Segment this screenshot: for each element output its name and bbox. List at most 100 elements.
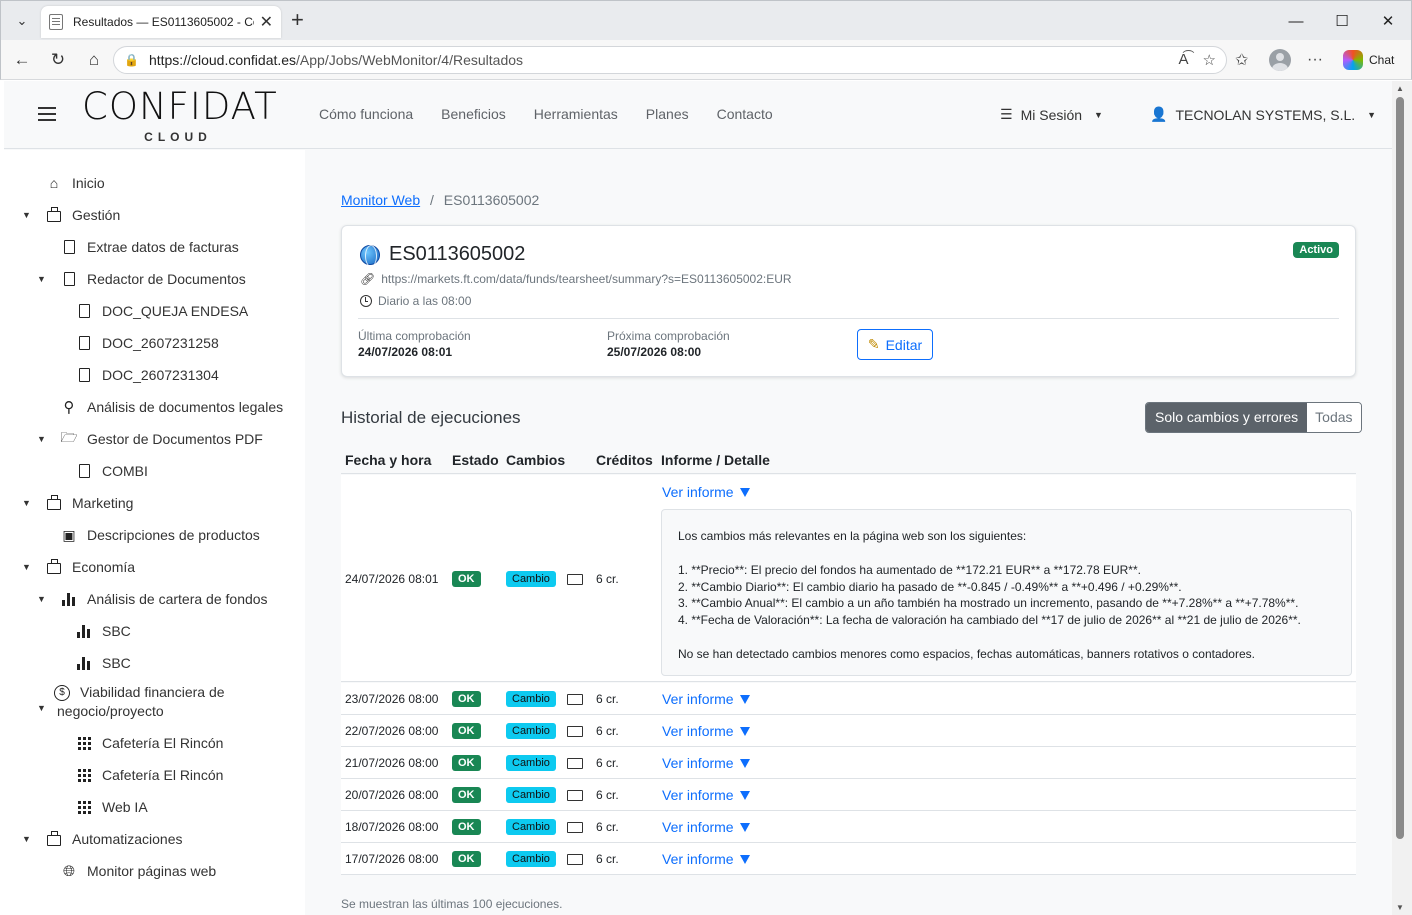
hamburger-menu-icon[interactable]: [38, 107, 56, 121]
tab-list-dropdown-icon[interactable]: ⌄: [9, 8, 35, 34]
close-tab-icon[interactable]: ✕: [260, 12, 273, 32]
sidebar-item-sbc[interactable]: SBC: [76, 653, 131, 673]
ver-informe-link[interactable]: Ver informe: [662, 755, 750, 771]
collapse-caret-icon[interactable]: ▼: [22, 210, 31, 220]
site-logo[interactable]: CONFIDAT CLOUD: [82, 87, 277, 145]
sidebar-item-doc-queja[interactable]: DOC_QUEJA ENDESA: [76, 301, 248, 321]
report-item: 4. **Fecha de Valoración**: La fecha de …: [678, 613, 1301, 628]
collapse-caret-icon[interactable]: ▼: [37, 699, 46, 718]
sidebar-item-descripciones[interactable]: ▣ Descripciones de productos: [61, 525, 259, 545]
status-badge: OK: [452, 691, 481, 707]
sidebar-item-combi[interactable]: COMBI: [76, 461, 148, 481]
browser-tab[interactable]: Resultados — ES0113605002 - Co ✕: [41, 6, 281, 38]
session-menu[interactable]: ☰ Mi Sesión ▼: [1000, 106, 1103, 123]
sidebar-item-cafeteria[interactable]: Cafetería El Rincón: [76, 765, 223, 785]
maximize-icon[interactable]: ☐: [1319, 1, 1365, 41]
screenshot-icon[interactable]: [567, 571, 583, 587]
nav-como-funciona[interactable]: Cómo funciona: [319, 106, 413, 122]
home-icon: ⌂: [49, 175, 59, 191]
filter-all-button[interactable]: Todas: [1307, 403, 1361, 432]
screenshot-icon[interactable]: [567, 723, 583, 739]
ver-informe-link[interactable]: Ver informe: [662, 787, 750, 803]
page-scrollbar[interactable]: ▲ ▼: [1392, 81, 1412, 915]
status-badge: OK: [452, 819, 481, 835]
screenshot-icon[interactable]: [567, 691, 583, 707]
breadcrumb: Monitor Web / ES0113605002: [341, 192, 539, 208]
scroll-down-icon[interactable]: ▼: [1396, 903, 1404, 912]
next-check: Próxima comprobación 25/07/2026 08:00: [607, 329, 730, 359]
collapse-caret-icon[interactable]: ▼: [22, 562, 31, 572]
nav-planes[interactable]: Planes: [646, 106, 689, 122]
ver-informe-link[interactable]: Ver informe: [662, 851, 750, 867]
profile-avatar[interactable]: [1269, 48, 1291, 72]
sidebar-item-gestion[interactable]: ▼ Gestión: [22, 205, 120, 225]
document-icon: [76, 304, 92, 318]
sidebar-item-label: DOC_QUEJA ENDESA: [102, 303, 249, 319]
sidebar-item-web-ia[interactable]: Web IA: [76, 797, 148, 817]
breadcrumb-link-monitor-web[interactable]: Monitor Web: [341, 192, 420, 208]
collapse-caret-icon[interactable]: ▼: [37, 594, 46, 604]
back-icon[interactable]: ←: [9, 48, 35, 72]
scroll-up-icon[interactable]: ▲: [1396, 84, 1404, 93]
more-options-icon[interactable]: ···: [1307, 48, 1323, 72]
home-icon[interactable]: ⌂: [81, 48, 107, 72]
report-outro: No se han detectado cambios menores como…: [678, 646, 1255, 661]
sidebar-item-analisis-legales[interactable]: ⚲ Análisis de documentos legales: [61, 397, 284, 417]
sidebar-item-label: DOC_2607231258: [102, 335, 219, 351]
screenshot-icon[interactable]: [567, 787, 583, 803]
minimize-icon[interactable]: —: [1273, 1, 1319, 41]
collapse-caret-icon[interactable]: ▼: [37, 274, 46, 284]
sidebar-item-redactor[interactable]: ▼ Redactor de Documentos: [37, 269, 246, 289]
favorite-star-icon[interactable]: ☆: [1203, 51, 1216, 69]
sidebar-item-monitor-web[interactable]: 🌐︎ Monitor páginas web: [61, 861, 216, 881]
favorites-icon[interactable]: ✩: [1235, 48, 1248, 72]
screenshot-icon[interactable]: [567, 819, 583, 835]
caret-down-icon: [739, 694, 750, 704]
table-row: 23/07/2026 08:00 OK Cambio 6 cr. Ver inf…: [341, 683, 1356, 715]
divider: [358, 318, 1339, 319]
sidebar-item-sbc[interactable]: SBC: [76, 621, 131, 641]
sidebar-item-doc-1258[interactable]: DOC_2607231258: [76, 333, 219, 353]
screenshot-icon[interactable]: [567, 851, 583, 867]
sidebar-item-cartera-fondos[interactable]: ▼ Análisis de cartera de fondos: [37, 589, 268, 609]
sidebar-item-doc-1304[interactable]: DOC_2607231304: [76, 365, 219, 385]
close-window-icon[interactable]: ✕: [1365, 1, 1411, 41]
read-aloud-icon[interactable]: A͡: [1179, 51, 1189, 69]
reload-icon[interactable]: ↻: [45, 48, 71, 72]
edit-button[interactable]: ✎ Editar: [857, 329, 933, 360]
sidebar-item-viabilidad[interactable]: ▼ $ Viabilidad financiera de negocio/proy…: [37, 683, 225, 723]
logo-sub: CLOUD: [144, 130, 212, 144]
nav-herramientas[interactable]: Herramientas: [534, 106, 618, 122]
grid-icon: [76, 736, 92, 750]
company-menu[interactable]: 👤 TECNOLAN SYSTEMS, S.L. ▼: [1150, 106, 1376, 123]
nav-beneficios[interactable]: Beneficios: [441, 106, 506, 122]
lock-icon[interactable]: 🔒: [124, 53, 139, 67]
sidebar-item-inicio[interactable]: ⌂ Inicio: [46, 173, 105, 193]
sidebar-item-label: Extrae datos de facturas: [87, 239, 239, 255]
sidebar-item-gestor-pdf[interactable]: ▼ 🗁 Gestor de Documentos PDF: [37, 429, 263, 449]
nav-contacto[interactable]: Contacto: [717, 106, 773, 122]
sidebar-item-label: Inicio: [72, 175, 105, 191]
ver-informe-link[interactable]: Ver informe: [662, 723, 750, 739]
sidebar-item-economia[interactable]: ▼ Economía: [22, 557, 135, 577]
url-host: https://cloud.confidat.es: [148, 52, 297, 68]
address-bar[interactable]: 🔒 https://cloud.confidat.es/App/Jobs/Web…: [113, 46, 1227, 74]
table-row: 17/07/2026 08:00 OK Cambio 6 cr. Ver inf…: [341, 843, 1356, 875]
collapse-caret-icon[interactable]: ▼: [22, 834, 31, 844]
screenshot-icon[interactable]: [567, 755, 583, 771]
ver-informe-link[interactable]: Ver informe: [662, 484, 750, 500]
collapse-caret-icon[interactable]: ▼: [22, 498, 31, 508]
new-tab-icon[interactable]: +: [291, 9, 304, 31]
status-badge: OK: [452, 571, 481, 587]
sidebar-item-cafeteria[interactable]: Cafetería El Rincón: [76, 733, 223, 753]
ver-informe-link[interactable]: Ver informe: [662, 819, 750, 835]
ver-informe-link[interactable]: Ver informe: [662, 691, 750, 707]
sidebar-item-marketing[interactable]: ▼ Marketing: [22, 493, 133, 513]
sidebar-item-extrae-datos[interactable]: Extrae datos de facturas: [61, 237, 239, 257]
sidebar-item-automatizaciones[interactable]: ▼ Automatizaciones: [22, 829, 183, 849]
collapse-caret-icon[interactable]: ▼: [37, 434, 46, 444]
filter-changes-errors-button[interactable]: Solo cambios y errores: [1146, 403, 1308, 432]
scrollbar-thumb[interactable]: [1396, 97, 1404, 839]
history-filter-toggle: Solo cambios y errores Todas: [1145, 402, 1362, 433]
copilot-chat-button[interactable]: Chat: [1343, 48, 1394, 72]
